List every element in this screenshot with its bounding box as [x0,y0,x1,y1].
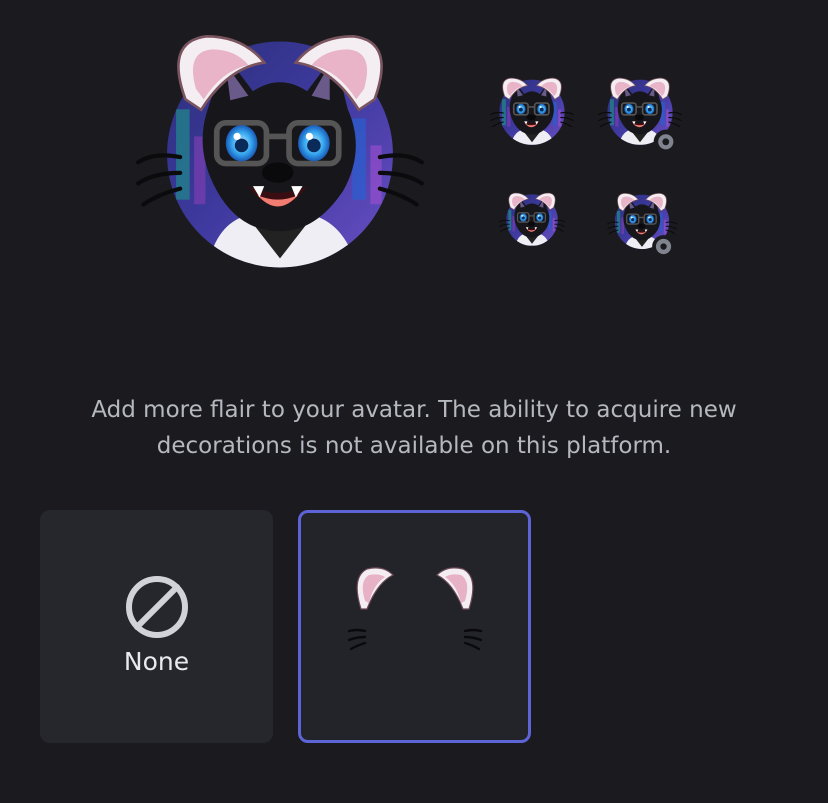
cat-ears-whiskers-icon [347,567,483,651]
avatar-preview-small-1 [490,77,574,160]
none-icon [126,576,188,638]
offline-status-icon [652,235,675,258]
none-label: None [123,647,190,676]
decoration-none-option[interactable]: None [40,510,273,743]
offline-status-icon [653,129,678,154]
avatar-preview-large [110,10,450,320]
decoration-grid: None [40,510,800,744]
description-text: Add more flair to your avatar. The abili… [91,397,737,459]
avatar-preview-small-3 [499,192,565,258]
decoration-cat-ears-option[interactable] [298,510,531,743]
avatar-preview-area [0,0,828,340]
avatar-preview-small-2 [598,77,682,154]
avatar-preview-small-4 [607,192,677,258]
